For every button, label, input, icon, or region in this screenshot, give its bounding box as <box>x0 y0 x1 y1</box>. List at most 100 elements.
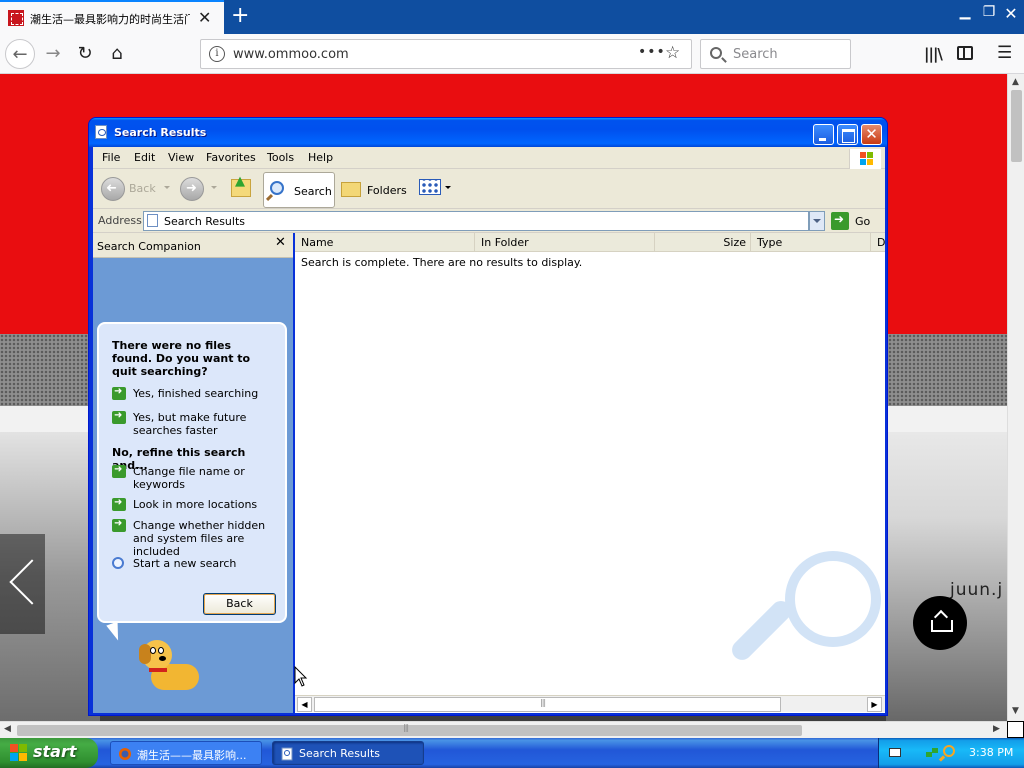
folder-icon <box>341 182 361 197</box>
up-folder-icon[interactable] <box>231 174 251 197</box>
window-title-bar[interactable]: Search Results ✕ <box>89 118 887 147</box>
green-arrow-icon <box>112 497 126 511</box>
option-label[interactable]: Change file name or keywords <box>133 465 283 491</box>
clock: 3:38 PM <box>969 746 1014 759</box>
address-field[interactable]: Search Results <box>143 211 809 231</box>
bookmark-star-icon[interactable]: ☆ <box>665 43 680 63</box>
carousel-prev-icon[interactable] <box>0 534 45 634</box>
menu-bar: File Edit View Favorites Tools Help <box>93 147 885 169</box>
forward-arrow-icon[interactable]: → <box>38 39 68 69</box>
close-button[interactable]: ✕ <box>861 124 882 145</box>
page-vertical-scrollbar[interactable]: ▲ ▼ <box>1007 74 1024 721</box>
results-horizontal-scrollbar[interactable]: ◀ ▶ <box>295 695 885 712</box>
more-locations-option[interactable]: Look in more locations <box>112 497 283 512</box>
address-dropdown-icon[interactable] <box>809 211 825 231</box>
menu-tools[interactable]: Tools <box>267 151 294 164</box>
minimize-icon[interactable]: ▁ <box>955 4 975 22</box>
page-actions-icon[interactable]: ••• <box>638 44 666 60</box>
scroll-down-icon[interactable]: ▼ <box>1012 706 1019 716</box>
option-label[interactable]: Change whether hidden and system files a… <box>133 519 283 558</box>
search-results-window: Search Results ✕ File Edit View Favorite… <box>88 117 888 716</box>
taskbar-firefox-button[interactable]: 潮生活——最具影响... <box>110 741 262 765</box>
back-label: Back <box>129 182 156 195</box>
start-label: start <box>33 742 77 761</box>
maximize-button[interactable] <box>837 124 858 145</box>
green-arrow-icon <box>112 518 126 532</box>
close-pane-icon[interactable]: ✕ <box>275 235 286 250</box>
share-upload-icon[interactable] <box>913 596 967 650</box>
column-date[interactable]: D <box>871 233 885 252</box>
hidden-files-option[interactable]: Change whether hidden and system files a… <box>112 518 282 558</box>
minimize-button[interactable] <box>813 124 834 145</box>
start-button[interactable]: start <box>0 738 98 768</box>
taskbar-search-results-label: Search Results <box>299 747 381 760</box>
column-size[interactable]: Size <box>655 233 751 252</box>
new-tab-icon[interactable]: + <box>231 3 249 28</box>
option-label[interactable]: Yes, finished searching <box>133 387 283 400</box>
menu-help[interactable]: Help <box>308 151 333 164</box>
column-name[interactable]: Name <box>295 233 475 252</box>
address-value[interactable]: Search Results <box>164 215 245 228</box>
hamburger-menu-icon[interactable]: ☰ <box>997 43 1012 63</box>
close-tab-icon[interactable]: ✕ <box>198 8 211 27</box>
back-arrow-icon <box>101 177 125 201</box>
menu-file[interactable]: File <box>102 151 120 164</box>
back-dropdown-icon[interactable] <box>164 186 170 189</box>
horizontal-scroll-thumb[interactable] <box>17 723 802 736</box>
browser-navigation-bar: ← → ↻ ⌂ i www.ommoo.com ••• ☆ Search |||… <box>0 34 1024 74</box>
home-icon[interactable]: ⌂ <box>102 39 132 69</box>
close-window-icon[interactable]: ✕ <box>1001 4 1021 23</box>
column-type[interactable]: Type <box>751 233 871 252</box>
search-button[interactable]: Search <box>263 172 335 208</box>
sidebar-icon[interactable] <box>957 46 973 60</box>
taskbar-search-results-button[interactable]: Search Results <box>272 741 424 765</box>
back-arrow-icon[interactable]: ← <box>5 39 35 69</box>
scroll-up-icon[interactable]: ▲ <box>1012 77 1019 87</box>
results-scroll-thumb[interactable] <box>314 697 781 712</box>
scroll-left-icon[interactable]: ◀ <box>297 697 312 712</box>
address-bar: Address Search Results Go <box>93 209 885 233</box>
keyboard-icon[interactable] <box>889 748 901 757</box>
scroll-right-icon[interactable]: ▶ <box>867 697 882 712</box>
go-button[interactable]: Go <box>831 211 875 231</box>
page-horizontal-scrollbar[interactable]: ◀ ▶ <box>0 721 1007 738</box>
browser-tab[interactable]: 潮生活—最具影响力的时尚生活门户网站 ✕ <box>0 0 224 34</box>
green-arrow-icon <box>112 386 126 400</box>
network-icon[interactable] <box>925 746 939 760</box>
option-label[interactable]: Yes, but make future searches faster <box>133 411 283 437</box>
store-brand-sign: juun.j <box>950 580 1004 600</box>
results-column-header: Name In Folder Size Type D <box>295 233 885 252</box>
search-tray-icon[interactable] <box>943 745 955 757</box>
option-label[interactable]: Start a new search <box>133 557 283 570</box>
menu-favorites[interactable]: Favorites <box>206 151 256 164</box>
browser-search-input[interactable]: Search <box>700 39 851 69</box>
scroll-left-icon[interactable]: ◀ <box>4 724 11 734</box>
views-icon <box>419 179 441 195</box>
library-icon[interactable]: |||\ <box>924 45 943 63</box>
reload-icon[interactable]: ↻ <box>70 39 100 69</box>
dog-eye <box>158 647 164 654</box>
column-in-folder[interactable]: In Folder <box>475 233 655 252</box>
search-dog-icon[interactable] <box>137 638 209 698</box>
menu-edit[interactable]: Edit <box>134 151 155 164</box>
url-bar[interactable]: i www.ommoo.com ••• ☆ <box>200 39 692 69</box>
views-button[interactable] <box>419 177 455 199</box>
url-text[interactable]: www.ommoo.com <box>233 47 349 62</box>
option-label[interactable]: Look in more locations <box>133 498 283 511</box>
site-info-icon[interactable]: i <box>209 46 225 62</box>
finished-searching-option[interactable]: Yes, finished searching <box>112 386 283 401</box>
faster-searches-option[interactable]: Yes, but make future searches faster <box>112 410 283 438</box>
change-file-name-option[interactable]: Change file name or keywords <box>112 464 283 492</box>
companion-back-button[interactable]: Back <box>203 593 276 615</box>
vertical-scroll-thumb[interactable] <box>1011 90 1022 162</box>
forward-dropdown-icon[interactable] <box>211 186 217 189</box>
magnifier-icon <box>270 181 284 195</box>
new-search-option[interactable]: Start a new search <box>112 557 282 571</box>
search-results-icon <box>147 214 158 227</box>
folders-button[interactable]: Folders <box>339 172 409 208</box>
search-placeholder: Search <box>733 47 778 62</box>
scroll-right-icon[interactable]: ▶ <box>993 724 1000 734</box>
search-document-icon <box>281 747 293 761</box>
restore-icon[interactable]: ❐ <box>979 4 999 22</box>
menu-view[interactable]: View <box>168 151 194 164</box>
